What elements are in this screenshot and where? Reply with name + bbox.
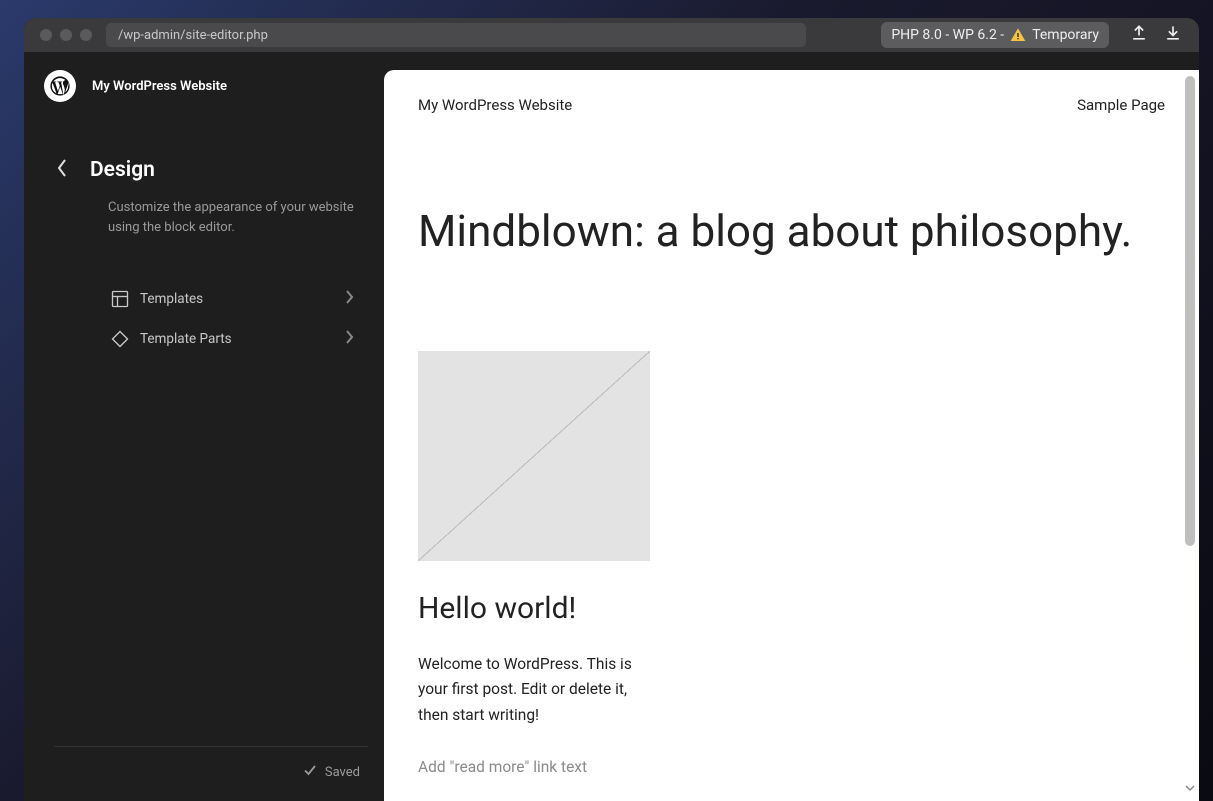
sidebar-item-label: Templates bbox=[140, 291, 203, 307]
app-body: My WordPress Website Design Customize th… bbox=[24, 52, 1199, 801]
templates-icon bbox=[110, 289, 130, 309]
sidebar-item-label: Template Parts bbox=[140, 331, 232, 347]
minimize-dot[interactable] bbox=[60, 29, 72, 41]
address-text: /wp-admin/site-editor.php bbox=[118, 28, 268, 43]
check-icon bbox=[303, 763, 317, 781]
titlebar: /wp-admin/site-editor.php PHP 8.0 - WP 6… bbox=[24, 18, 1199, 52]
chevron-right-icon bbox=[346, 290, 354, 308]
download-icon[interactable] bbox=[1163, 23, 1183, 47]
window-controls bbox=[34, 29, 92, 41]
preview-header: My WordPress Website Sample Page bbox=[418, 96, 1165, 114]
chevron-right-icon bbox=[346, 330, 354, 348]
preview-site-title[interactable]: My WordPress Website bbox=[418, 96, 572, 114]
preview-post-title[interactable]: Hello world! bbox=[418, 591, 1165, 626]
preview-content: My WordPress Website Sample Page Mindblo… bbox=[384, 70, 1199, 776]
env-text-prefix: PHP 8.0 - WP 6.2 - bbox=[891, 27, 1004, 43]
template-parts-icon bbox=[110, 329, 130, 349]
warning-icon bbox=[1010, 27, 1026, 43]
app-window: /wp-admin/site-editor.php PHP 8.0 - WP 6… bbox=[24, 18, 1199, 801]
sidebar-footer: Saved bbox=[24, 746, 384, 801]
maximize-dot[interactable] bbox=[80, 29, 92, 41]
env-badge[interactable]: PHP 8.0 - WP 6.2 - Temporary bbox=[881, 22, 1109, 48]
back-button[interactable] bbox=[56, 158, 68, 182]
scrollbar[interactable] bbox=[1185, 76, 1195, 795]
canvas-area: My WordPress Website Sample Page Mindblo… bbox=[384, 52, 1199, 801]
titlebar-actions bbox=[1129, 23, 1183, 47]
preview-placeholder-image[interactable] bbox=[418, 351, 650, 561]
wordpress-logo-icon[interactable] bbox=[44, 70, 76, 102]
sidebar-item-template-parts[interactable]: Template Parts bbox=[24, 319, 384, 359]
sidebar-nav: Templates Template Parts bbox=[24, 279, 384, 359]
sidebar: My WordPress Website Design Customize th… bbox=[24, 52, 384, 801]
saved-label: Saved bbox=[325, 765, 360, 780]
address-bar[interactable]: /wp-admin/site-editor.php bbox=[106, 23, 806, 47]
sidebar-title-row: Design bbox=[24, 102, 384, 182]
preview-hero-heading[interactable]: Mindblown: a blog about philosophy. bbox=[418, 206, 1165, 257]
site-title[interactable]: My WordPress Website bbox=[92, 79, 227, 94]
upload-icon[interactable] bbox=[1129, 23, 1149, 47]
scroll-down-icon[interactable] bbox=[1185, 781, 1195, 795]
scroll-thumb[interactable] bbox=[1185, 76, 1195, 546]
preview-nav-link[interactable]: Sample Page bbox=[1077, 96, 1165, 114]
preview-read-more[interactable]: Add "read more" link text bbox=[418, 758, 1165, 776]
panel-title: Design bbox=[90, 158, 155, 182]
panel-description: Customize the appearance of your website… bbox=[24, 182, 384, 237]
sidebar-item-templates[interactable]: Templates bbox=[24, 279, 384, 319]
close-dot[interactable] bbox=[40, 29, 52, 41]
site-preview-frame[interactable]: My WordPress Website Sample Page Mindblo… bbox=[384, 70, 1199, 801]
preview-post-body[interactable]: Welcome to WordPress. This is your first… bbox=[418, 652, 638, 729]
env-text-suffix: Temporary bbox=[1032, 27, 1099, 43]
sidebar-header: My WordPress Website bbox=[24, 52, 384, 102]
